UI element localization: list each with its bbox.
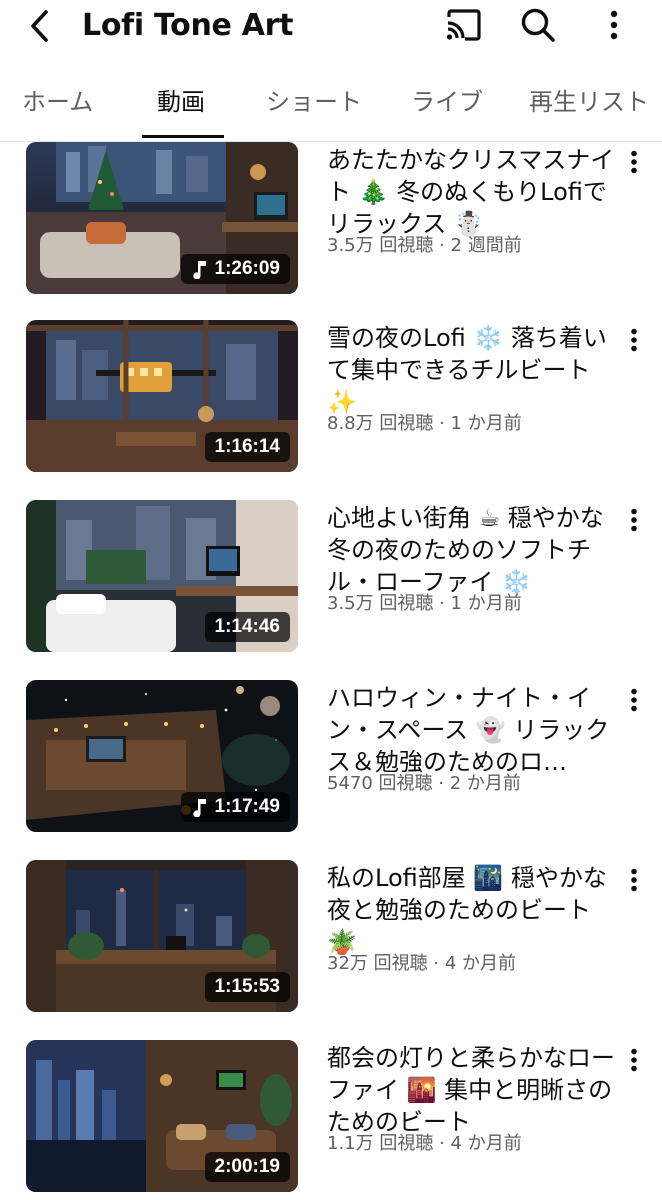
more-vertical-icon	[610, 10, 618, 40]
video-meta: 3.5万 回視聴 · 1 か月前	[327, 592, 617, 616]
more-vertical-icon	[631, 868, 637, 892]
video-item[interactable]: 1:17:49 ハロウィン・ナイト・イン・スペース 👻 リラックス＆勉強のための…	[0, 680, 662, 840]
more-vertical-icon	[631, 328, 637, 352]
duration-text: 1:16:14	[214, 436, 281, 457]
video-meta: 1.1万 回視聴 · 4 か月前	[327, 1132, 617, 1156]
more-vertical-icon	[631, 150, 637, 174]
channel-tabs: ホーム 動画 ショート ライブ 再生リスト	[0, 68, 662, 142]
meta-separator: ·	[433, 235, 451, 256]
more-vertical-icon	[631, 688, 637, 712]
video-menu-button[interactable]	[620, 322, 648, 358]
video-title[interactable]: 都会の灯りと柔らかなローファイ 🌇 集中と明晰さのためのビート	[327, 1042, 617, 1138]
duration-badge: 1:16:14	[204, 432, 290, 462]
meta-separator: ·	[433, 1133, 451, 1154]
upload-age: 4 か月前	[450, 1133, 522, 1154]
video-thumbnail[interactable]: 1:15:53	[26, 860, 298, 1012]
view-count: 3.5万 回視聴	[327, 235, 434, 256]
video-title[interactable]: 私のLofi部屋 🌃 穏やかな夜と勉強のためのビート🪴	[327, 862, 617, 958]
duration-text: 1:17:49	[214, 796, 281, 817]
channel-title: Lofi Tone Art	[82, 8, 294, 43]
video-title[interactable]: 雪の夜のLofi ❄️ 落ち着いて集中できるチルビート✨	[327, 322, 617, 418]
back-arrow-icon	[31, 10, 48, 42]
view-count: 5470 回視聴	[327, 773, 433, 794]
video-title[interactable]: ハロウィン・ナイト・イン・スペース 👻 リラックス＆勉強のためのロ…	[327, 682, 617, 778]
tab-videos[interactable]: 動画	[157, 84, 205, 120]
video-meta: 3.5万 回視聴 · 2 週間前	[327, 234, 617, 258]
more-options-button[interactable]	[592, 5, 636, 45]
video-title[interactable]: あたたかなクリスマスナイト 🎄 冬のぬくもりLofiでリラックス ☃️	[327, 144, 617, 240]
video-item[interactable]: 1:16:14 雪の夜のLofi ❄️ 落ち着いて集中できるチルビート✨ 8.8…	[0, 320, 662, 480]
video-item[interactable]: 1:15:53 私のLofi部屋 🌃 穏やかな夜と勉強のためのビート🪴 32万 …	[0, 860, 662, 1020]
video-item[interactable]: 2:00:19 都会の灯りと柔らかなローファイ 🌇 集中と明晰さのためのビート …	[0, 1040, 662, 1200]
video-menu-button[interactable]	[620, 1042, 648, 1078]
upload-age: 4 か月前	[444, 953, 516, 974]
video-meta: 32万 回視聴 · 4 か月前	[327, 952, 617, 976]
upload-age: 1 か月前	[450, 593, 522, 614]
duration-badge: 2:00:19	[204, 1152, 290, 1182]
tab-playlists[interactable]: 再生リスト	[529, 84, 649, 120]
meta-separator: ·	[427, 953, 445, 974]
tab-live[interactable]: ライブ	[411, 84, 483, 120]
video-title[interactable]: 心地よい街角 ☕ 穏やかな冬の夜のためのソフトチル・ローファイ ❄️	[327, 502, 617, 598]
channel-header: Lofi Tone Art	[0, 0, 662, 52]
video-menu-button[interactable]	[620, 144, 648, 180]
more-vertical-icon	[631, 1048, 637, 1072]
back-button[interactable]	[22, 6, 58, 46]
duration-badge: 1:14:46	[204, 612, 290, 642]
video-menu-button[interactable]	[620, 862, 648, 898]
view-count: 32万 回視聴	[327, 953, 428, 974]
meta-separator: ·	[432, 773, 450, 794]
meta-separator: ·	[433, 413, 451, 434]
view-count: 8.8万 回視聴	[327, 413, 434, 434]
search-icon	[521, 8, 555, 42]
cast-button[interactable]	[442, 5, 486, 45]
active-tab-indicator	[142, 135, 224, 138]
video-item[interactable]: 1:26:09 あたたかなクリスマスナイト 🎄 冬のぬくもりLofiでリラックス…	[0, 142, 662, 302]
video-menu-button[interactable]	[620, 502, 648, 538]
search-button[interactable]	[516, 5, 560, 45]
video-list: 1:26:09 あたたかなクリスマスナイト 🎄 冬のぬくもりLofiでリラックス…	[0, 142, 662, 1200]
video-meta: 5470 回視聴 · 2 か月前	[327, 772, 617, 796]
duration-text: 1:15:53	[214, 976, 281, 997]
duration-text: 1:14:46	[214, 616, 281, 637]
upload-age: 2 週間前	[450, 235, 522, 256]
upload-age: 1 か月前	[450, 413, 522, 434]
video-thumbnail[interactable]: 2:00:19	[26, 1040, 298, 1192]
cast-icon	[446, 9, 481, 41]
duration-text: 1:26:09	[214, 258, 281, 279]
duration-text: 2:00:19	[214, 1156, 281, 1177]
tab-home[interactable]: ホーム	[22, 84, 93, 120]
duration-badge: 1:17:49	[180, 792, 290, 822]
video-menu-button[interactable]	[620, 682, 648, 718]
upload-age: 2 か月前	[449, 773, 521, 794]
video-thumbnail[interactable]: 1:26:09	[26, 142, 298, 294]
view-count: 1.1万 回視聴	[327, 1133, 434, 1154]
video-item[interactable]: 1:14:46 心地よい街角 ☕ 穏やかな冬の夜のためのソフトチル・ローファイ …	[0, 500, 662, 660]
duration-badge: 1:15:53	[204, 972, 290, 1002]
video-thumbnail[interactable]: 1:14:46	[26, 500, 298, 652]
meta-separator: ·	[433, 593, 451, 614]
duration-badge: 1:26:09	[180, 254, 290, 284]
view-count: 3.5万 回視聴	[327, 593, 434, 614]
video-meta: 8.8万 回視聴 · 1 か月前	[327, 412, 617, 436]
video-thumbnail[interactable]: 1:16:14	[26, 320, 298, 472]
video-thumbnail[interactable]: 1:17:49	[26, 680, 298, 832]
more-vertical-icon	[631, 508, 637, 532]
tab-shorts[interactable]: ショート	[266, 84, 362, 120]
music-note-icon	[192, 799, 206, 817]
music-note-icon	[192, 261, 206, 279]
